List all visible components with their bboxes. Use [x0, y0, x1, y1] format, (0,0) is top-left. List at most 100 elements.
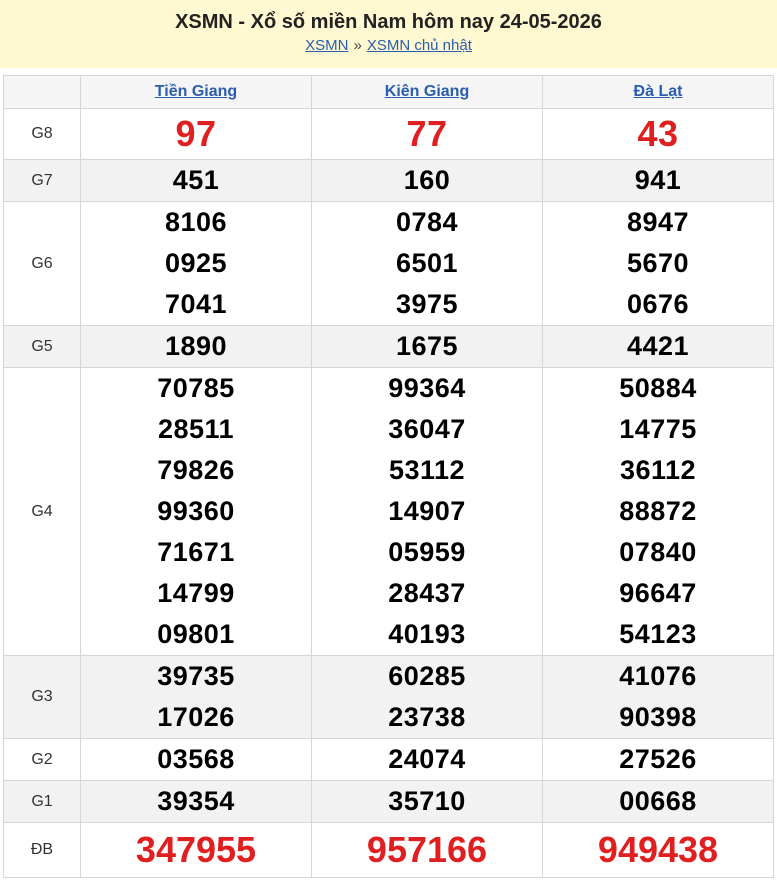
prize-number: 0676: [626, 289, 690, 319]
prize-number: 28511: [157, 414, 235, 444]
prize-cell: 0784 6501 3975: [311, 201, 543, 326]
prize-label: G8: [3, 108, 81, 160]
prize-number: 160: [403, 165, 451, 195]
prize-number: 5670: [626, 248, 690, 278]
prize-number: 09801: [157, 619, 235, 649]
province-link-da-lat[interactable]: Đà Lạt: [634, 83, 683, 100]
province-link-tien-giang[interactable]: Tiền Giang: [155, 83, 237, 100]
breadcrumb: XSMN » XSMN chủ nhật: [0, 37, 777, 54]
page-header: XSMN - Xổ số miền Nam hôm nay 24-05-2026…: [0, 0, 777, 68]
prize-cell: 347955: [80, 822, 312, 878]
prize-cell: 451: [80, 159, 312, 202]
prize-cell: 99364 36047 53112 14907 05959 28437 40193: [311, 367, 543, 656]
prize-number: 40193: [388, 619, 466, 649]
prize-cell: 24074: [311, 738, 543, 781]
prize-row-g7: G7 451 160 941: [3, 159, 774, 202]
prize-number: 4421: [626, 331, 690, 361]
prize-label: G5: [3, 325, 81, 368]
prize-number: 36047: [388, 414, 466, 444]
prize-cell: 8947 5670 0676: [542, 201, 774, 326]
prize-number: 96647: [619, 578, 697, 608]
prize-number: 1675: [395, 331, 459, 361]
prize-cell: 39735 17026: [80, 655, 312, 739]
prize-number: 50884: [619, 373, 697, 403]
prize-number: 24074: [388, 744, 466, 774]
prize-number: 6501: [395, 248, 459, 278]
prize-number: 00668: [619, 786, 697, 816]
prize-number: 53112: [388, 455, 466, 485]
prize-number: 90398: [619, 702, 697, 732]
prize-number: 71671: [157, 537, 235, 567]
prize-cell: 43: [542, 108, 774, 160]
prize-number: 8106: [164, 207, 228, 237]
prize-cell: 41076 90398: [542, 655, 774, 739]
prize-number: 54123: [619, 619, 697, 649]
prize-number: 41076: [619, 661, 697, 691]
prize-number: 36112: [619, 455, 697, 485]
prize-number: 0925: [164, 248, 228, 278]
prize-label: ĐB: [3, 822, 81, 878]
prize-cell: 39354: [80, 780, 312, 823]
prize-cell: 50884 14775 36112 88872 07840 96647 54123: [542, 367, 774, 656]
prize-cell: 941: [542, 159, 774, 202]
prize-number: 77: [406, 113, 448, 154]
prize-label: G6: [3, 201, 81, 326]
prize-number: 35710: [388, 786, 466, 816]
prize-number: 8947: [626, 207, 690, 237]
prize-label: G1: [3, 780, 81, 823]
prize-row-g8: G8 97 77 43: [3, 108, 774, 160]
prize-cell: 8106 0925 7041: [80, 201, 312, 326]
prize-row-g4: G4 70785 28511 79826 99360 71671 14799 09801 993…: [3, 367, 774, 656]
prize-cell: 4421: [542, 325, 774, 368]
province-header: Tiền Giang: [80, 75, 312, 109]
prize-cell: 97: [80, 108, 312, 160]
breadcrumb-xsmn-link[interactable]: XSMN: [305, 37, 348, 54]
prize-number: 0784: [395, 207, 459, 237]
prize-row-g5: G5 1890 1675 4421: [3, 325, 774, 368]
prize-number: 17026: [157, 702, 235, 732]
breadcrumb-separator: »: [353, 37, 362, 54]
prize-number: 14907: [388, 496, 466, 526]
province-header: Kiên Giang: [311, 75, 543, 109]
prize-cell: 1675: [311, 325, 543, 368]
prize-number: 60285: [388, 661, 466, 691]
prize-number: 79826: [157, 455, 235, 485]
prize-number: 03568: [157, 744, 235, 774]
prize-cell: 35710: [311, 780, 543, 823]
prize-number: 14775: [619, 414, 697, 444]
prize-number: 70785: [157, 373, 235, 403]
prize-column-header: [3, 75, 81, 109]
breadcrumb-xsmn-sunday-link[interactable]: XSMN chủ nhật: [367, 37, 472, 54]
prize-cell: 160: [311, 159, 543, 202]
province-link-kien-giang[interactable]: Kiên Giang: [385, 83, 469, 100]
prize-row-g2: G2 03568 24074 27526: [3, 738, 774, 781]
prize-cell: 70785 28511 79826 99360 71671 14799 09801: [80, 367, 312, 656]
province-header-row: Tiền Giang Kiên Giang Đà Lạt: [3, 75, 774, 109]
prize-cell: 949438: [542, 822, 774, 878]
special-prize-number: 949438: [597, 829, 719, 870]
special-prize-number: 957166: [366, 829, 488, 870]
prize-number: 43: [637, 113, 679, 154]
prize-label: G3: [3, 655, 81, 739]
province-header: Đà Lạt: [542, 75, 774, 109]
results-table: Tiền Giang Kiên Giang Đà Lạt G8 97 77 43 G7 4…: [3, 75, 774, 878]
prize-cell: 60285 23738: [311, 655, 543, 739]
prize-number: 14799: [157, 578, 235, 608]
prize-cell: 1890: [80, 325, 312, 368]
prize-row-g6: G6 8106 0925 7041 0784 6501 3975 8947 5670 0676: [3, 201, 774, 326]
prize-cell: 00668: [542, 780, 774, 823]
prize-cell: 03568: [80, 738, 312, 781]
prize-number: 39735: [157, 661, 235, 691]
page-title: XSMN - Xổ số miền Nam hôm nay 24-05-2026: [175, 11, 602, 33]
prize-number: 941: [634, 165, 682, 195]
prize-row-g3: G3 39735 17026 60285 23738 41076 90398: [3, 655, 774, 739]
prize-row-db: ĐB 347955 957166 949438: [3, 822, 774, 878]
prize-number: 97: [175, 113, 217, 154]
prize-label: G4: [3, 367, 81, 656]
prize-number: 99364: [388, 373, 466, 403]
prize-cell: 77: [311, 108, 543, 160]
special-prize-number: 347955: [135, 829, 257, 870]
prize-number: 23738: [388, 702, 466, 732]
prize-number: 88872: [619, 496, 697, 526]
prize-number: 3975: [395, 289, 459, 319]
